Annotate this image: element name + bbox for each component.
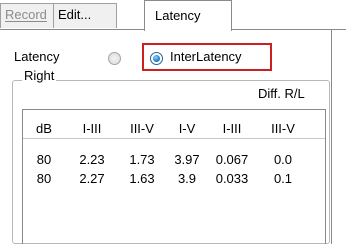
diff-rl-label: Diff. R/L bbox=[258, 86, 305, 101]
tab-edit-label: Edit... bbox=[58, 7, 92, 22]
table-cell-r1-db: 80 bbox=[36, 152, 52, 167]
latency-radio[interactable] bbox=[108, 52, 121, 65]
tab-record-label: Record bbox=[5, 7, 47, 22]
table-cell-r1-diff-i-iii: 0.067 bbox=[215, 152, 249, 167]
col-header-diff-i-iii: I-III bbox=[222, 121, 242, 136]
col-header-i-iii: I-III bbox=[82, 121, 102, 136]
tab-latency[interactable]: Latency bbox=[144, 0, 232, 31]
table-cell-r1-diff-iii-v: 0.0 bbox=[273, 152, 293, 167]
table-cell-r2-db: 80 bbox=[36, 171, 52, 186]
table-cell-r1-i-v: 3.97 bbox=[174, 152, 200, 167]
tab-record[interactable]: Record bbox=[0, 3, 54, 28]
col-header-i-v: I-V bbox=[178, 121, 196, 136]
table-header-separator bbox=[23, 138, 325, 139]
tab-edit[interactable]: Edit... bbox=[53, 3, 117, 28]
table-cell-r2-diff-iii-v: 0.1 bbox=[273, 171, 293, 186]
right-group-title: Right bbox=[22, 68, 57, 83]
tab-latency-label: Latency bbox=[155, 8, 201, 23]
table-cell-r1-i-iii: 2.23 bbox=[79, 152, 105, 167]
table-cell-r2-iii-v: 1.63 bbox=[129, 171, 155, 186]
table-cell-r2-i-v: 3.9 bbox=[177, 171, 197, 186]
table-cell-r2-diff-i-iii: 0.033 bbox=[215, 171, 249, 186]
col-header-db: dB bbox=[36, 121, 52, 136]
interlatency-radio[interactable] bbox=[150, 52, 163, 65]
interlatency-mode-label[interactable]: InterLatency bbox=[170, 49, 242, 64]
table-cell-r2-i-iii: 2.27 bbox=[79, 171, 105, 186]
table-cell-r1-iii-v: 1.73 bbox=[129, 152, 155, 167]
tab-strip: Record Edit... Latency bbox=[0, 0, 346, 31]
col-header-iii-v: III-V bbox=[130, 121, 154, 136]
col-header-diff-iii-v: III-V bbox=[271, 121, 295, 136]
radio-selected-dot bbox=[153, 55, 160, 62]
latency-mode-label: Latency bbox=[14, 49, 60, 64]
